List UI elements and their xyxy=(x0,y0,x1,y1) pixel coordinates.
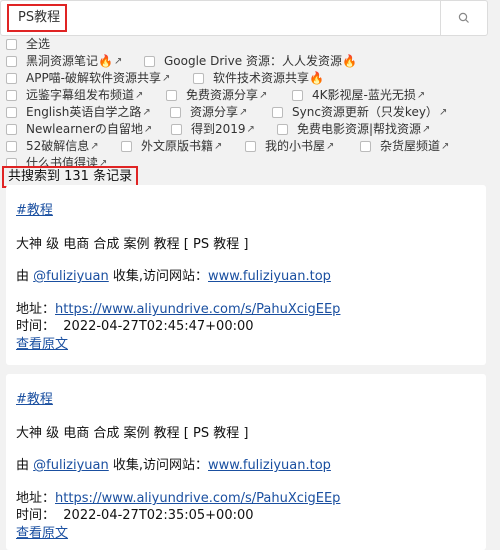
channel-filters: 全选 黑洞资源笔记🔥 ↗ Google Drive 资源：人人发资源🔥 APP喵-… xyxy=(0,36,500,172)
filter-item[interactable]: Sync资源更新（只发key） ↗ xyxy=(272,104,447,121)
search-icon xyxy=(458,12,469,23)
author-link[interactable]: @fuliziyuan xyxy=(33,458,109,473)
filter-select-all[interactable]: 全选 xyxy=(6,36,50,53)
checkbox[interactable] xyxy=(6,39,17,50)
checkbox[interactable] xyxy=(6,124,17,135)
checkbox[interactable] xyxy=(272,107,283,118)
filter-item[interactable]: 免费资源分享 ↗ xyxy=(166,87,267,104)
checkbox[interactable] xyxy=(144,56,155,67)
filter-item[interactable]: 杂货屋频道 ↗ xyxy=(360,138,449,155)
checkbox[interactable] xyxy=(292,90,303,101)
search-button[interactable] xyxy=(440,1,487,35)
result-title: 大神 级 电商 合成 案例 教程 [ PS 教程 ] xyxy=(16,237,249,252)
external-link-icon: ↗ xyxy=(214,141,223,152)
checkbox[interactable] xyxy=(6,141,17,152)
external-link-icon: ↗ xyxy=(246,124,255,135)
view-original-link[interactable]: 查看原文 xyxy=(16,333,68,352)
search-bar: PS教程 xyxy=(0,0,488,36)
result-source: 由 @fuliziyuan 收集,访问网站：www.fuliziyuan.top xyxy=(16,269,331,284)
checkbox[interactable] xyxy=(6,107,17,118)
search-input[interactable]: PS教程 xyxy=(7,4,67,32)
site-link[interactable]: www.fuliziyuan.top xyxy=(208,458,331,473)
filter-item[interactable]: Newlearnerの自留地 ↗ xyxy=(6,121,152,138)
filter-item[interactable]: 黑洞资源笔记🔥 ↗ xyxy=(6,53,122,70)
result-source: 由 @fuliziyuan 收集,访问网站：www.fuliziyuan.top xyxy=(16,458,331,473)
filter-item[interactable]: 52破解信息 ↗ xyxy=(6,138,99,155)
result-title: 大神 级 电商 合成 案例 教程 [ PS 教程 ] xyxy=(16,426,249,441)
checkbox[interactable] xyxy=(360,141,371,152)
checkbox[interactable] xyxy=(121,141,132,152)
external-link-icon: ↗ xyxy=(441,141,450,152)
filter-item[interactable]: 得到2019 ↗ xyxy=(171,121,255,138)
filter-item[interactable]: 资源分享 ↗ xyxy=(170,104,247,121)
result-time: 时间： 2022-04-27T02:35:05+00:00 xyxy=(16,508,254,523)
external-link-icon: ↗ xyxy=(326,141,335,152)
external-link-icon: ↗ xyxy=(113,56,123,67)
external-link-icon: ↗ xyxy=(239,107,248,118)
view-original-link[interactable]: 查看原文 xyxy=(16,522,68,541)
external-link-icon: ↗ xyxy=(143,124,153,135)
filter-item[interactable]: APP喵-破解软件资源共享 ↗ xyxy=(6,70,170,87)
checkbox[interactable] xyxy=(166,90,177,101)
external-link-icon: ↗ xyxy=(90,141,99,152)
site-link[interactable]: www.fuliziyuan.top xyxy=(208,269,331,284)
filter-item[interactable]: Google Drive 资源：人人发资源🔥 xyxy=(144,53,357,70)
tag-link[interactable]: #教程 xyxy=(16,388,53,407)
checkbox[interactable] xyxy=(193,73,204,84)
external-link-icon: ↗ xyxy=(162,73,171,84)
checkbox[interactable] xyxy=(245,141,256,152)
author-link[interactable]: @fuliziyuan xyxy=(33,269,109,284)
tag-link[interactable]: #教程 xyxy=(16,199,53,218)
checkbox[interactable] xyxy=(171,124,182,135)
filter-item[interactable]: 软件技术资源共享🔥 xyxy=(193,70,324,87)
result-card: #教程 大神 级 电商 合成 案例 教程 [ PS 教程 ] 由 @fulizi… xyxy=(6,185,486,365)
external-link-icon: ↗ xyxy=(422,124,431,135)
filter-item[interactable]: 4K影视屋-蓝光无损 ↗ xyxy=(292,87,425,104)
filter-item[interactable]: 外文原版书籍 ↗ xyxy=(121,138,222,155)
filter-item[interactable]: English英语自学之路 ↗ xyxy=(6,104,151,121)
result-time: 时间： 2022-04-27T02:45:47+00:00 xyxy=(16,319,254,334)
filter-item[interactable]: 免费电影资源|帮找资源 ↗ xyxy=(277,121,430,138)
checkbox[interactable] xyxy=(277,124,288,135)
checkbox[interactable] xyxy=(170,107,181,118)
checkbox[interactable] xyxy=(6,56,17,67)
checkbox[interactable] xyxy=(6,90,17,101)
result-card: #教程 大神 级 电商 合成 案例 教程 [ PS 教程 ] 由 @fulizi… xyxy=(6,374,486,550)
external-link-icon: ↗ xyxy=(259,90,268,101)
external-link-icon: ↗ xyxy=(142,107,151,118)
checkbox[interactable] xyxy=(6,73,17,84)
external-link-icon: ↗ xyxy=(438,107,448,118)
filter-item[interactable]: 远鉴字幕组发布频道 ↗ xyxy=(6,87,143,104)
external-link-icon: ↗ xyxy=(416,90,426,101)
filter-item[interactable]: 我的小书屋 ↗ xyxy=(245,138,334,155)
external-link-icon: ↗ xyxy=(135,90,144,101)
